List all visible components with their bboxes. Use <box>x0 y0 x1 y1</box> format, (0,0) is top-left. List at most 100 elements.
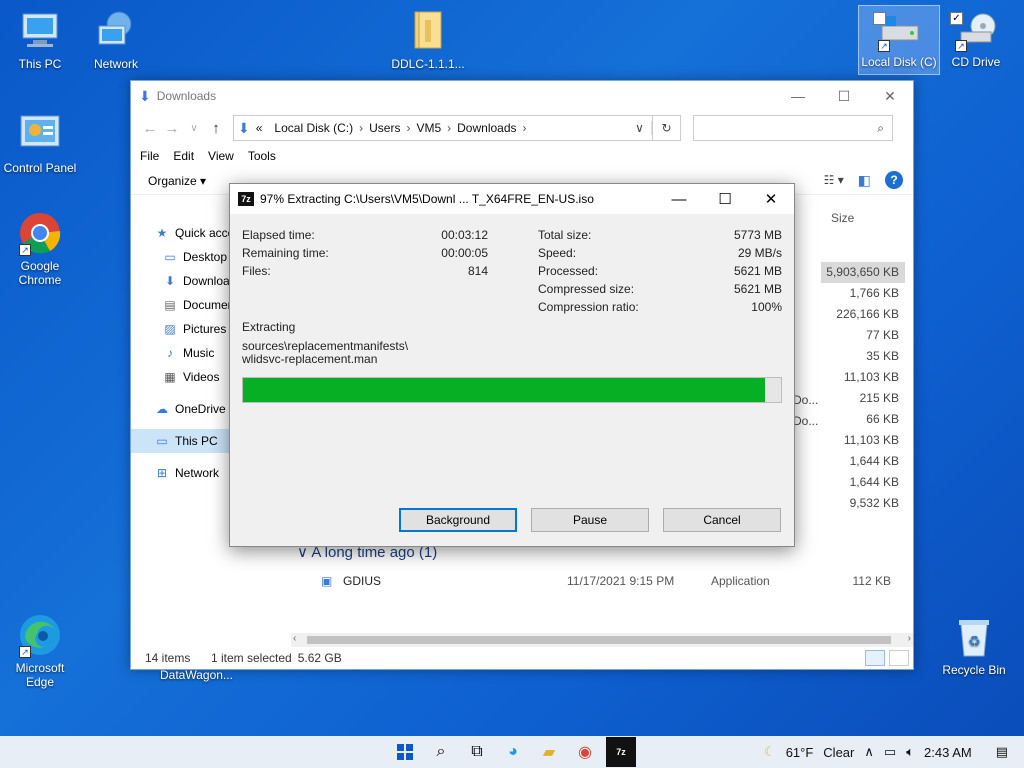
breadcrumb-overflow[interactable]: « <box>256 121 263 135</box>
drive-icon: ↗ <box>876 6 922 52</box>
organize-button[interactable]: Organize ▾ <box>148 174 206 188</box>
file-type: Application <box>711 574 770 588</box>
network-tray-icon[interactable]: ▭ <box>884 744 896 760</box>
recent-dropdown-icon[interactable]: ∨ <box>183 123 205 134</box>
dialog-title-bar[interactable]: 7z 97% Extracting C:\Users\VM5\Downl ...… <box>230 184 794 214</box>
stat-label: Compressed size: <box>538 282 635 296</box>
extraction-progress-dialog[interactable]: 7z 97% Extracting C:\Users\VM5\Downl ...… <box>229 183 795 547</box>
table-cell-size[interactable]: 11,103 KB <box>821 367 905 388</box>
desktop-icon-ddlc-folder[interactable]: DDLC-1.1.1... <box>388 8 468 71</box>
table-cell-size[interactable]: 5,903,650 KB <box>821 262 905 283</box>
breadcrumb-users[interactable]: Users <box>369 121 400 135</box>
desktop-icon-cd-drive[interactable]: ✓ ↗ CD Drive <box>936 6 1016 69</box>
download-arrow-icon: ⬇ <box>139 87 151 104</box>
close-button[interactable]: ✕ <box>867 81 913 111</box>
breadcrumb-separator-icon[interactable]: › <box>359 121 363 135</box>
desktop-icon-network[interactable]: Network <box>76 8 156 71</box>
minimize-button[interactable]: — <box>775 81 821 111</box>
volume-icon[interactable]: 🔈︎ <box>906 744 914 760</box>
stat-label: Compression ratio: <box>538 300 639 314</box>
desktop-icon-control-panel[interactable]: Control Panel <box>0 112 80 175</box>
breadcrumb-downloads[interactable]: Downloads <box>457 121 516 135</box>
size-column: 5,903,650 KB 1,766 KB 226,166 KB 77 KB 3… <box>821 262 905 514</box>
scroll-left-icon[interactable]: ‹ <box>293 633 296 644</box>
status-selected-size: 5.62 GB <box>297 651 342 665</box>
refresh-icon[interactable]: ↻ <box>653 115 681 141</box>
maximize-button[interactable]: ☐ <box>702 184 748 214</box>
scroll-right-icon[interactable]: › <box>908 633 911 644</box>
dialog-title: 97% Extracting C:\Users\VM5\Downl ... T_… <box>260 192 594 206</box>
breadcrumb-separator-icon[interactable]: › <box>406 121 410 135</box>
menu-file[interactable]: File <box>140 149 159 163</box>
up-arrow-icon[interactable]: ↑ <box>205 120 227 137</box>
large-icons-view-icon[interactable] <box>889 650 909 666</box>
horizontal-scrollbar[interactable]: ‹ › <box>291 633 913 647</box>
status-selected: 1 item selected <box>211 651 292 665</box>
table-cell-size[interactable]: 77 KB <box>821 325 905 346</box>
weather-temp[interactable]: 61°F <box>786 745 814 760</box>
weather-icon[interactable]: ☾ <box>764 744 776 760</box>
menu-tools[interactable]: Tools <box>248 149 276 163</box>
menu-edit[interactable]: Edit <box>173 149 194 163</box>
breadcrumb-separator-icon[interactable]: › <box>447 121 451 135</box>
chrome-icon: ↗ <box>17 210 63 256</box>
table-cell-size[interactable]: 1,644 KB <box>821 451 905 472</box>
task-view-icon[interactable]: ⧉ <box>462 737 492 767</box>
desktop-icon-label: Control Panel <box>3 161 77 175</box>
cancel-button[interactable]: Cancel <box>663 508 781 532</box>
tray-expand-icon[interactable]: ∧ <box>864 744 874 760</box>
desktop-icon: ▭ <box>164 250 176 264</box>
desktop-icon-local-disk[interactable]: ↗ Local Disk (C) <box>858 5 940 75</box>
table-cell-size[interactable]: 66 KB <box>821 409 905 430</box>
table-cell-size[interactable]: 1,766 KB <box>821 283 905 304</box>
status-bar: 14 items 1 item selected 5.62 GB <box>131 647 913 669</box>
weather-text[interactable]: Clear <box>823 745 854 760</box>
table-cell-size[interactable]: 9,532 KB <box>821 493 905 514</box>
7zip-icon[interactable]: 7z <box>606 737 636 767</box>
breadcrumb-separator-icon[interactable]: › <box>523 121 527 135</box>
address-bar[interactable]: ⬇ « Local Disk (C:) › Users › VM5 › Downloa… <box>233 115 653 141</box>
minimize-button[interactable]: — <box>656 184 702 214</box>
close-button[interactable]: ✕ <box>748 184 794 214</box>
desktop-icon-edge[interactable]: ↗ Microsoft Edge <box>0 612 80 689</box>
preview-pane-icon[interactable]: ◧ <box>858 172 871 189</box>
breadcrumb-local-disk[interactable]: Local Disk (C:) <box>274 121 353 135</box>
start-icon[interactable] <box>390 737 420 767</box>
table-row[interactable]: ▣ GDIUS 11/17/2021 9:15 PM Application 1… <box>321 571 901 591</box>
table-cell-type[interactable]: Do... <box>793 393 818 407</box>
progress-bar <box>242 377 782 403</box>
desktop-icon-this-pc[interactable]: This PC <box>0 8 80 71</box>
menu-view[interactable]: View <box>208 149 234 163</box>
explorer-title-bar[interactable]: ⬇ Downloads — ☐ ✕ <box>131 81 913 111</box>
file-explorer-icon[interactable]: ▰ <box>534 737 564 767</box>
clock[interactable]: 2:43 AM <box>924 745 972 760</box>
back-arrow-icon[interactable]: ← <box>139 120 161 137</box>
notification-icon[interactable]: ▤ <box>996 744 1008 760</box>
search-input[interactable]: ⌕ <box>693 115 893 141</box>
table-cell-size[interactable]: 35 KB <box>821 346 905 367</box>
table-cell-size[interactable]: 1,644 KB <box>821 472 905 493</box>
column-header-size[interactable]: Size <box>831 211 854 225</box>
chrome-icon[interactable]: ◉ <box>570 737 600 767</box>
table-cell-type[interactable]: Do... <box>793 414 818 428</box>
background-button[interactable]: Background <box>399 508 517 532</box>
table-cell-size[interactable]: 11,103 KB <box>821 430 905 451</box>
desktop-icon-recycle-bin[interactable]: ♻ Recycle Bin <box>934 614 1014 677</box>
svg-text:♻: ♻ <box>968 633 981 649</box>
desktop-icon-label: Google Chrome <box>18 259 62 287</box>
search-icon[interactable]: ⌕ <box>426 737 456 767</box>
address-dropdown-icon[interactable]: ∨ <box>628 121 652 135</box>
edge-icon[interactable]: ◕ <box>498 737 528 767</box>
table-cell-size[interactable]: 226,166 KB <box>821 304 905 325</box>
pc-icon: ▭ <box>156 434 168 448</box>
pause-button[interactable]: Pause <box>531 508 649 532</box>
table-cell-size[interactable]: 215 KB <box>821 388 905 409</box>
forward-arrow-icon[interactable]: → <box>161 120 183 137</box>
view-options-icon[interactable]: ☷ ▾ <box>824 173 844 187</box>
breadcrumb-vm5[interactable]: VM5 <box>416 121 441 135</box>
maximize-button[interactable]: ☐ <box>821 81 867 111</box>
help-icon[interactable]: ? <box>885 171 903 189</box>
desktop-icon-chrome[interactable]: ↗ Google Chrome <box>0 210 80 287</box>
scrollbar-thumb[interactable] <box>307 636 891 644</box>
details-view-icon[interactable] <box>865 650 885 666</box>
